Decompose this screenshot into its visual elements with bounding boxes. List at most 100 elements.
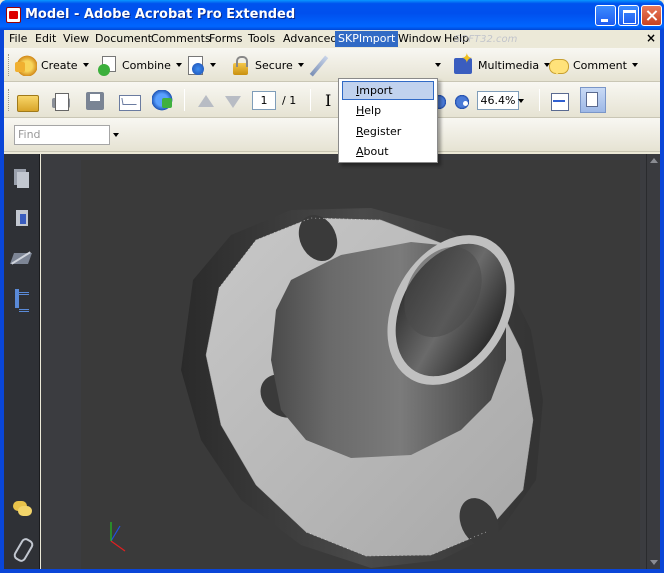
vertical-scrollbar[interactable] (646, 154, 660, 569)
find-dropdown-icon[interactable] (113, 133, 119, 137)
toolbar-separator (184, 89, 185, 111)
menu-item-help[interactable]: Help (342, 101, 434, 120)
globe-icon (152, 90, 174, 112)
axis-gizmo (110, 522, 126, 552)
toolbar-separator (539, 89, 540, 111)
menu-window[interactable]: Window (395, 31, 444, 47)
watermark-text: SOFT32.com (454, 34, 518, 45)
pen-icon (307, 54, 329, 76)
fit-width-icon (548, 90, 570, 112)
create-label: Create (41, 58, 78, 72)
zoom-level-input[interactable]: 46.4% (477, 91, 519, 110)
paperclip-icon[interactable] (12, 537, 32, 559)
menu-view[interactable]: View (60, 31, 92, 47)
menu-advanced[interactable]: Advanced (280, 31, 340, 47)
fit-page-button[interactable] (580, 87, 610, 113)
menu-item-register[interactable]: Register (342, 122, 434, 141)
create-pdf-icon (15, 54, 37, 76)
chevron-down-icon (631, 63, 638, 67)
folder-open-icon (16, 90, 39, 112)
skpimport-menu: Import Help Register About (338, 78, 438, 163)
find-toolbar: Find (4, 118, 660, 152)
save-button[interactable] (84, 89, 110, 113)
print-button[interactable] (50, 89, 76, 113)
3d-model-viewport[interactable] (81, 160, 640, 569)
toolbar-grip[interactable] (8, 89, 11, 111)
open-button[interactable] (16, 89, 42, 113)
close-button[interactable] (641, 5, 662, 26)
comment-label: Comment (573, 58, 627, 72)
collaborate-button[interactable] (152, 89, 178, 113)
menu-document[interactable]: Document (92, 31, 155, 47)
export-button[interactable] (184, 53, 216, 77)
menu-tools[interactable]: Tools (245, 31, 278, 47)
menu-file[interactable]: File (6, 31, 30, 47)
comments-panel-icon[interactable] (12, 497, 32, 519)
arrow-down-icon (221, 90, 243, 112)
envelope-icon (118, 90, 141, 112)
combine-files-icon (96, 54, 118, 76)
navigation-pane (4, 154, 40, 569)
chevron-down-icon (435, 63, 441, 67)
window-title: Model - Adobe Acrobat Pro Extended (25, 7, 296, 22)
attachments-panel-icon[interactable] (12, 208, 32, 230)
comment-bubble-icon (547, 54, 569, 76)
export-icon (184, 54, 206, 76)
sign-button[interactable] (307, 53, 333, 77)
menu-bar: File Edit View Document Comments Forms T… (4, 30, 660, 48)
comment-button[interactable]: Comment (547, 53, 638, 77)
zoom-in-button[interactable] (454, 90, 474, 114)
layers-panel-icon[interactable] (12, 248, 32, 270)
menu-comments[interactable]: Comments (148, 31, 214, 47)
multimedia-button[interactable]: Multimedia (452, 51, 551, 77)
combine-label: Combine (122, 58, 171, 72)
file-toolbar: 1 / 1 46.4% (4, 82, 660, 118)
menu-item-label: elp (364, 104, 382, 117)
zoom-in-icon (454, 94, 470, 110)
fit-width-button[interactable] (548, 89, 574, 113)
create-button[interactable]: Create (15, 53, 89, 77)
document-close-icon[interactable]: × (646, 31, 656, 45)
menu-skpimport[interactable]: SKPImport (335, 31, 399, 47)
menu-item-import[interactable]: Import (342, 81, 434, 100)
floppy-disk-icon (84, 90, 106, 112)
client-area: File Edit View Document Comments Forms T… (4, 30, 660, 569)
secure-label: Secure (255, 58, 293, 72)
toolbar-grip[interactable] (8, 54, 11, 76)
menu-item-mnemonic: A (356, 145, 364, 158)
email-button[interactable] (118, 89, 144, 113)
chevron-down-icon (82, 63, 89, 67)
maximize-button[interactable] (618, 5, 639, 26)
fit-page-icon (580, 87, 606, 113)
menu-item-label: bout (363, 145, 389, 158)
sign-dropdown[interactable] (435, 53, 441, 77)
chevron-down-icon (210, 63, 216, 67)
app-window: Model - Adobe Acrobat Pro Extended File … (0, 0, 664, 573)
minimize-button[interactable] (595, 5, 616, 26)
model-tree-icon[interactable] (12, 288, 32, 312)
arrow-up-icon (194, 90, 216, 112)
document-area (41, 154, 660, 569)
combine-button[interactable]: Combine (96, 53, 182, 77)
chevron-down-icon (518, 99, 524, 103)
page-total: / 1 (282, 94, 297, 107)
menu-item-label: mport (359, 84, 393, 97)
printer-icon (50, 90, 72, 112)
menu-forms[interactable]: Forms (206, 31, 245, 47)
tasks-toolbar: Create Combine Secure ✦ Multimedia Comme… (4, 48, 660, 82)
acrobat-icon (6, 7, 21, 23)
title-bar[interactable]: Model - Adobe Acrobat Pro Extended (0, 0, 664, 30)
next-page-button[interactable] (221, 89, 247, 113)
menu-edit[interactable]: Edit (32, 31, 59, 47)
pages-panel-icon[interactable] (12, 168, 32, 190)
zoom-dropdown[interactable] (518, 89, 524, 113)
toolbar-separator (310, 89, 311, 111)
menu-item-label: egister (363, 125, 402, 138)
secure-button[interactable]: Secure (229, 53, 304, 77)
multimedia-label: Multimedia (478, 58, 540, 72)
menu-item-about[interactable]: About (342, 142, 434, 161)
find-input[interactable]: Find (14, 125, 110, 145)
previous-page-button[interactable] (194, 89, 220, 113)
page-number-input[interactable]: 1 (252, 91, 276, 110)
multimedia-icon (452, 51, 474, 76)
